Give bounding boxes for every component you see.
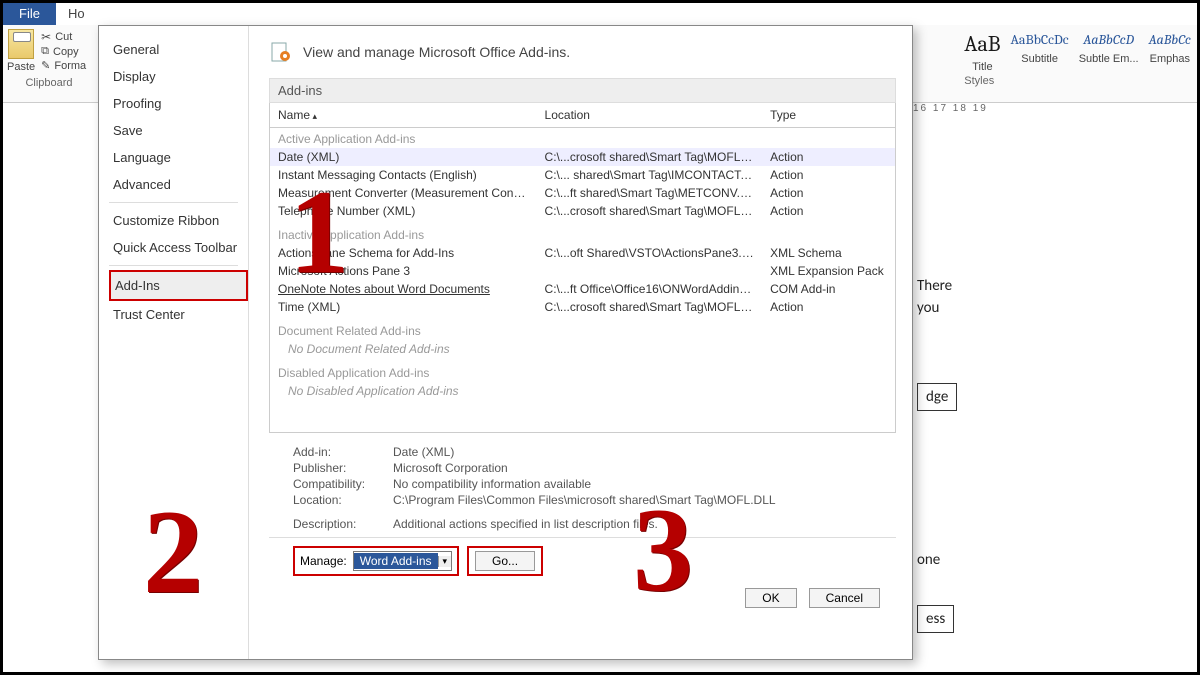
manage-value: Word Add-ins (354, 553, 438, 569)
v-desc: Additional actions specified in list des… (393, 517, 658, 531)
paste-button[interactable]: Paste (7, 29, 35, 73)
addins-gear-icon (269, 40, 293, 64)
style-subtle-em[interactable]: AaBbCcDSubtle Em... (1079, 33, 1139, 65)
addins-header: View and manage Microsoft Office Add-ins… (303, 44, 570, 60)
cut-label: Cut (55, 31, 72, 43)
nav-qat[interactable]: Quick Access Toolbar (109, 234, 248, 261)
options-nav: General Display Proofing Save Language A… (99, 26, 249, 659)
styles-gallery[interactable]: AaBTitle AaBbCcDcSubtitle AaBbCcDSubtle … (958, 25, 1197, 75)
tab-file[interactable]: File (3, 3, 56, 25)
table-row[interactable]: Instant Messaging Contacts (English)C:\.… (270, 166, 895, 184)
style-preview: AaBbCc (1149, 33, 1191, 47)
style-title[interactable]: AaBTitle (964, 33, 1000, 73)
manage-dropdown[interactable]: Word Add-ins ▾ (353, 551, 452, 571)
tab-home[interactable]: Ho (56, 3, 97, 25)
nav-display[interactable]: Display (109, 63, 248, 90)
col-name[interactable]: Name (270, 103, 537, 128)
nav-advanced[interactable]: Advanced (109, 171, 248, 198)
format-painter-button[interactable]: ✎ Forma (41, 59, 86, 72)
copy-label: Copy (53, 46, 79, 58)
nav-proofing[interactable]: Proofing (109, 90, 248, 117)
paste-label: Paste (7, 61, 35, 73)
nav-language[interactable]: Language (109, 144, 248, 171)
disabled-none: No Disabled Application Add-ins (270, 382, 895, 400)
nav-trust-center[interactable]: Trust Center (109, 301, 248, 328)
go-button[interactable]: Go... (475, 551, 535, 571)
k-addin: Add-in: (293, 445, 393, 459)
style-label: Emphas (1149, 47, 1191, 65)
copy-icon: ⧉ (41, 45, 49, 58)
copy-button[interactable]: ⧉ Copy (41, 45, 86, 58)
nav-save[interactable]: Save (109, 117, 248, 144)
cut-button[interactable]: ✂ Cut (41, 30, 86, 44)
chevron-down-icon: ▾ (438, 556, 452, 567)
v-compat: No compatibility information available (393, 477, 591, 491)
style-preview: AaBbCcD (1079, 33, 1139, 47)
style-preview: AaB (964, 33, 1000, 55)
table-row[interactable]: Time (XML)C:\...crosoft shared\Smart Tag… (270, 298, 895, 316)
cancel-button[interactable]: Cancel (809, 588, 880, 608)
col-location[interactable]: Location (537, 103, 763, 128)
table-row[interactable]: Telephone Number (XML)C:\...crosoft shar… (270, 202, 895, 220)
paste-icon (8, 29, 34, 59)
style-emphasis[interactable]: AaBbCcEmphas (1149, 33, 1191, 65)
table-row[interactable]: ActionsPane Schema for Add-InsC:\...oft … (270, 244, 895, 262)
word-options-dialog: General Display Proofing Save Language A… (98, 25, 913, 660)
table-row[interactable]: OneNote Notes about Word DocumentsC:\...… (270, 280, 895, 298)
addins-section-title: Add-ins (269, 78, 896, 103)
v-addin: Date (XML) (393, 445, 454, 459)
addin-details: Add-in:Date (XML) Publisher:Microsoft Co… (269, 433, 896, 537)
style-label: Subtle Em... (1079, 47, 1139, 65)
addins-table: Name Location Type Active Application Ad… (270, 103, 895, 400)
table-row[interactable]: Date (XML)C:\...crosoft shared\Smart Tag… (270, 148, 895, 166)
nav-add-ins[interactable]: Add-Ins (109, 270, 248, 301)
table-row[interactable]: Microsoft Actions Pane 3XML Expansion Pa… (270, 262, 895, 280)
cat-inactive: Inactive Application Add-ins (270, 220, 895, 244)
cat-active: Active Application Add-ins (270, 128, 895, 149)
style-label: Title (964, 55, 1000, 73)
brush-icon: ✎ (41, 59, 50, 72)
k-desc: Description: (293, 517, 393, 531)
scissors-icon: ✂ (41, 30, 51, 44)
styles-group-label: Styles (958, 75, 1197, 87)
ok-button[interactable]: OK (745, 588, 796, 608)
col-type[interactable]: Type (762, 103, 895, 128)
nav-general[interactable]: General (109, 36, 248, 63)
clipboard-group-label: Clipboard (7, 77, 91, 89)
nav-customize-ribbon[interactable]: Customize Ribbon (109, 207, 248, 234)
cat-disabled: Disabled Application Add-ins (270, 358, 895, 382)
document-body: There you dge one ess (917, 273, 957, 637)
k-pub: Publisher: (293, 461, 393, 475)
format-label: Forma (54, 60, 86, 72)
style-preview: AaBbCcDc (1011, 33, 1069, 47)
k-compat: Compatibility: (293, 477, 393, 491)
cat-docrel: Document Related Add-ins (270, 316, 895, 340)
v-loc: C:\Program Files\Common Files\microsoft … (393, 493, 776, 507)
table-row[interactable]: Measurement Converter (Measurement Conve… (270, 184, 895, 202)
k-loc: Location: (293, 493, 393, 507)
manage-label: Manage: (300, 554, 347, 568)
style-subtitle[interactable]: AaBbCcDcSubtitle (1011, 33, 1069, 65)
v-pub: Microsoft Corporation (393, 461, 508, 475)
docrel-none: No Document Related Add-ins (270, 340, 895, 358)
style-label: Subtitle (1011, 47, 1069, 65)
